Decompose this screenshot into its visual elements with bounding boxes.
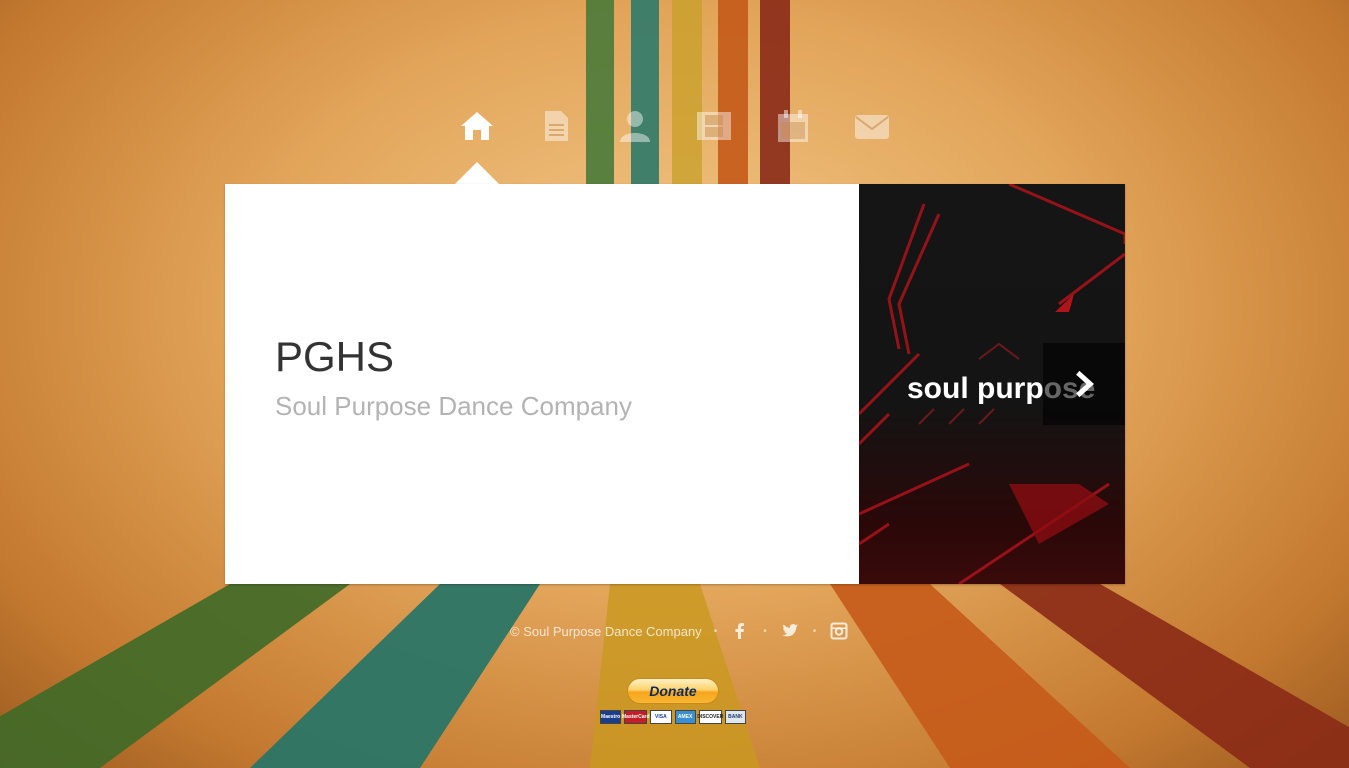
nav-home[interactable]: [455, 104, 499, 148]
payment-cards: Maestro MasterCard VISA AMEX DISCOVER BA…: [600, 710, 746, 724]
donate-section: Donate Maestro MasterCard VISA AMEX DISC…: [600, 678, 746, 724]
instagram-icon: [830, 622, 848, 640]
page-subtitle: Soul Purpose Dance Company: [275, 391, 632, 421]
document-icon: [545, 111, 568, 141]
active-nav-pointer: [455, 162, 499, 184]
nav-calendar[interactable]: [771, 104, 815, 148]
page-title: PGHS: [275, 333, 395, 380]
card-bank: BANK: [724, 710, 746, 724]
hero-card: PGHS Soul Purpose Dance Company soul pur…: [225, 184, 1125, 584]
facebook-icon: [735, 623, 745, 639]
card-mastercard: MasterCard: [622, 710, 650, 724]
footer-separator: •: [763, 625, 767, 637]
user-icon: [620, 111, 650, 142]
footer-separator: •: [812, 625, 817, 637]
home-icon: [461, 112, 493, 140]
film-icon: [697, 112, 731, 140]
twitter-icon: [782, 624, 798, 637]
next-slide-button[interactable]: [1043, 343, 1125, 425]
twitter-link[interactable]: [779, 620, 801, 642]
main-nav: [0, 104, 1349, 148]
nav-film[interactable]: [692, 104, 736, 148]
card-discover: DISCOVER: [697, 710, 723, 724]
nav-document[interactable]: [534, 104, 578, 148]
card-visa: VISA: [650, 710, 672, 724]
calendar-icon: [778, 110, 808, 142]
nav-mail[interactable]: [850, 104, 894, 148]
donate-button[interactable]: Donate: [627, 678, 719, 704]
nav-profile[interactable]: [613, 104, 657, 148]
footer-separator: •: [713, 625, 718, 637]
facebook-link[interactable]: [729, 620, 751, 642]
instagram-link[interactable]: [828, 620, 850, 642]
footer: © Soul Purpose Dance Company • • •: [510, 620, 850, 642]
card-amex: AMEX: [674, 710, 696, 724]
hero-image: soul purpose: [859, 184, 1125, 584]
mail-icon: [855, 115, 889, 139]
hero-text: PGHS Soul Purpose Dance Company: [275, 332, 632, 422]
card-maestro: Maestro: [600, 710, 622, 724]
copyright-text: © Soul Purpose Dance Company: [510, 623, 702, 639]
chevron-right-icon: [1076, 370, 1094, 398]
